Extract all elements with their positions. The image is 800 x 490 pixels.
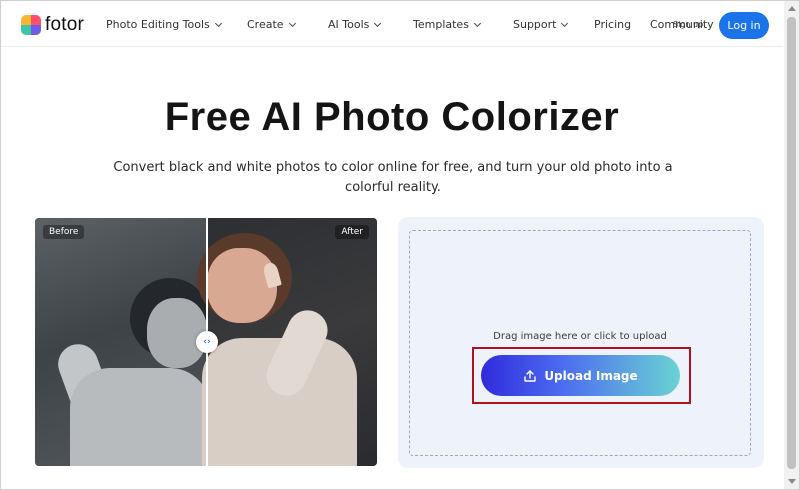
- page-title: Free AI Photo Colorizer: [164, 95, 620, 139]
- before-image: [35, 218, 210, 466]
- scrollbar-thumb[interactable]: [787, 17, 796, 469]
- chevron-down-icon: [561, 19, 569, 27]
- nav-templates[interactable]: Templates: [413, 18, 481, 31]
- nav-item-label: Create: [247, 18, 284, 31]
- chevron-down-icon: [374, 19, 382, 27]
- nav-support[interactable]: Support: [513, 18, 569, 31]
- drop-hint: Drag image here or click to upload: [493, 331, 667, 342]
- nav-ai-tools[interactable]: AI Tools: [328, 18, 382, 31]
- chevron-down-icon: [214, 19, 222, 27]
- chevron-down-icon: [288, 19, 296, 27]
- before-label: Before: [43, 225, 85, 239]
- upload-panel: Drag image here or click to upload Uploa…: [398, 217, 764, 468]
- sign-up-link[interactable]: Sign up: [673, 20, 703, 29]
- nav-item-label: Support: [513, 18, 557, 31]
- upload-button-label: Upload Image: [544, 368, 638, 383]
- fotor-logo-icon: [21, 15, 41, 35]
- upload-icon: [523, 369, 537, 383]
- top-navbar: fotor Photo Editing Tools Create AI Tool…: [1, 1, 783, 47]
- log-in-button[interactable]: Log in: [719, 12, 769, 39]
- scroll-up-arrow-icon[interactable]: [788, 6, 796, 11]
- before-figure-body: [70, 368, 210, 466]
- after-label: After: [335, 225, 369, 239]
- scroll-down-arrow-icon[interactable]: [788, 479, 796, 484]
- brand-name: fotor: [45, 14, 85, 35]
- before-after-comparison: ‹› Before After: [35, 218, 377, 466]
- before-figure-face: [147, 298, 207, 368]
- chevron-down-icon: [473, 19, 481, 27]
- nav-pricing[interactable]: Pricing: [594, 18, 631, 31]
- upload-image-button[interactable]: Upload Image: [481, 355, 680, 396]
- upload-dropzone[interactable]: Drag image here or click to upload Uploa…: [409, 230, 751, 456]
- nav-item-label: AI Tools: [328, 18, 370, 31]
- vertical-scrollbar[interactable]: [784, 1, 799, 489]
- after-figure-face: [207, 248, 277, 323]
- compare-handle-icon[interactable]: ‹›: [196, 331, 218, 353]
- fotor-logo[interactable]: fotor: [21, 14, 84, 36]
- nav-item-label: Pricing: [594, 18, 632, 31]
- nav-item-label: Photo Editing Tools: [106, 18, 210, 31]
- nav-create[interactable]: Create: [247, 18, 296, 31]
- nav-photo-editing-tools[interactable]: Photo Editing Tools: [106, 18, 222, 31]
- after-image: [197, 218, 377, 466]
- nav-item-label: Templates: [413, 18, 469, 31]
- page-subtitle: Convert black and white photos to color …: [113, 160, 673, 195]
